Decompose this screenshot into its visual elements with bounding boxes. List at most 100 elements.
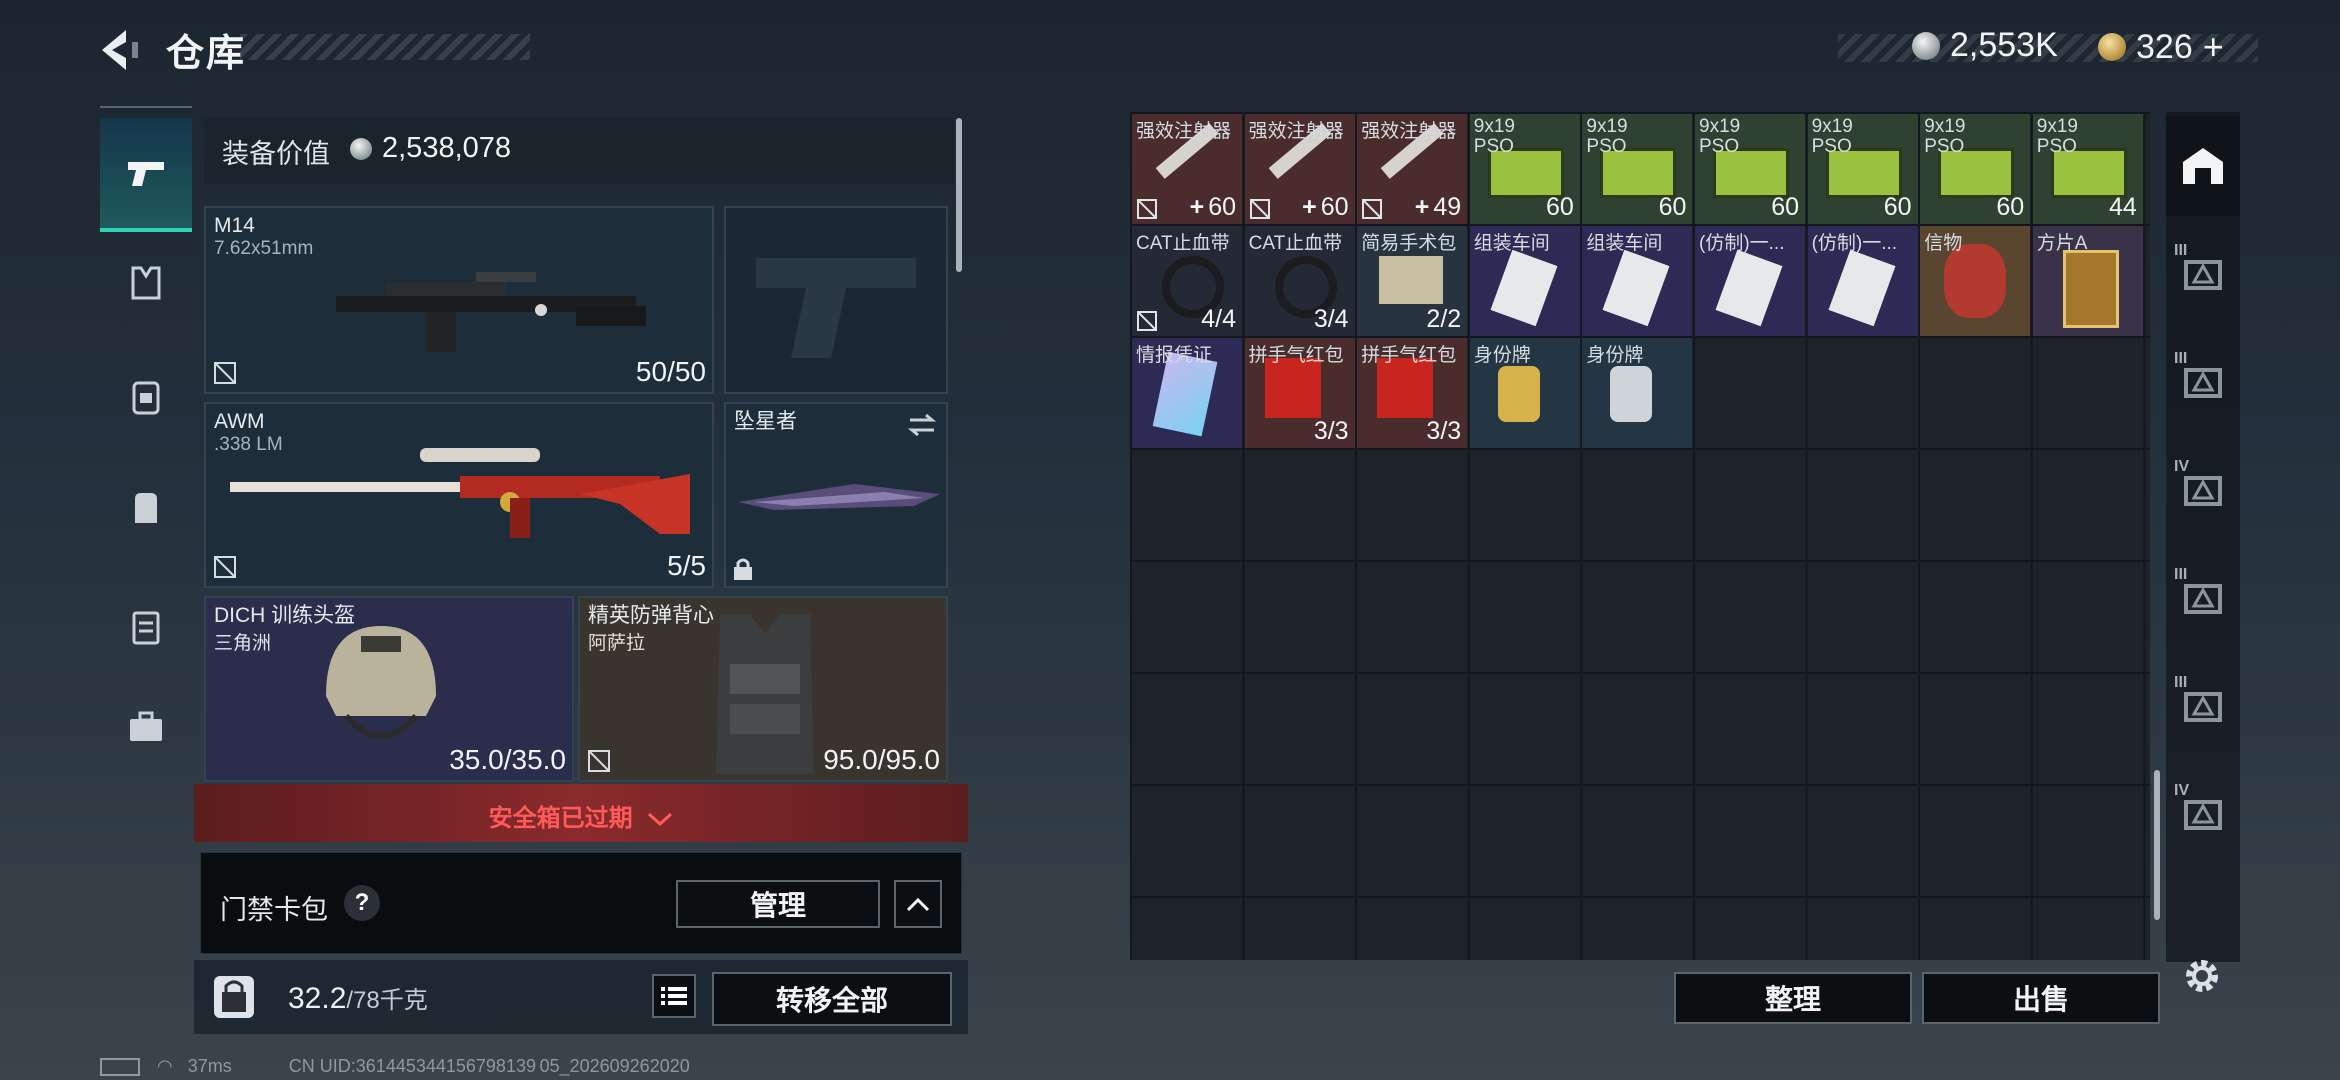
item-count-value: 60 <box>1545 193 1574 221</box>
inventory-item[interactable]: (仿制)一... <box>1695 226 1805 336</box>
inventory-item[interactable]: 9x19 PSO 60 <box>1807 114 1918 224</box>
inventory-item[interactable]: 身份牌 <box>1582 338 1693 448</box>
chest-rig-icon <box>132 381 160 415</box>
nav-case-tab[interactable] <box>100 672 192 782</box>
swap-icon[interactable] <box>906 412 938 438</box>
inventory-item[interactable]: 组装车间 <box>1582 226 1693 336</box>
item-count: 60 <box>1884 193 1912 222</box>
item-name: 拼手气红包 <box>1248 345 1344 366</box>
container-tab[interactable]: III <box>2166 332 2240 432</box>
lock-icon <box>732 556 758 582</box>
inventory-item[interactable]: 拼手气红包 3/3 <box>1357 338 1468 448</box>
inventory-item[interactable]: 9x19 PSO 60 <box>1695 114 1805 224</box>
item-name: 组装车间 <box>1586 233 1663 254</box>
helmet-slot[interactable]: DICH 训练头盔 三角洲 35.0/35.0 <box>204 596 574 782</box>
item-name: 9x19 <box>1586 116 1628 137</box>
item-image <box>1264 358 1321 418</box>
nav-storage-tab[interactable] <box>100 572 192 682</box>
item-name: 9x19 <box>1473 116 1515 137</box>
melee-slot[interactable]: 坠星者 <box>724 402 948 588</box>
item-image <box>1715 249 1783 327</box>
equipment-value: 2,538,078 <box>350 132 511 165</box>
no-sell-icon <box>212 360 238 386</box>
item-count: 60 <box>1771 193 1799 222</box>
gold-amount: 326 <box>2136 27 2193 66</box>
item-name: 强效注射器 <box>1361 121 1457 142</box>
inventory-item[interactable]: CAT止血带 3/4 <box>1244 226 1355 336</box>
inventory-item[interactable]: 情报凭证 <box>1132 338 1242 448</box>
inventory-item[interactable]: 9x19 PSO 60 <box>1582 114 1693 224</box>
settings-button[interactable] <box>2180 954 2224 998</box>
item-name: 9x19 <box>1924 116 1966 137</box>
item-image <box>1497 366 1540 422</box>
container-tab[interactable]: III <box>2166 656 2240 756</box>
item-count: 3/4 <box>1314 305 1349 334</box>
item-subname: PSO <box>1699 136 1740 157</box>
item-count-value: 60 <box>1883 193 1912 221</box>
briefcase-icon <box>130 711 162 741</box>
container-tier: III <box>2174 242 2188 259</box>
armor-vest-image <box>716 614 814 774</box>
item-count: +60 <box>1302 193 1348 222</box>
nav-weapon-tab[interactable] <box>100 118 192 232</box>
container-tab[interactable]: III <box>2166 224 2240 324</box>
pistol-placeholder-icon <box>756 258 916 358</box>
gold-coin-icon <box>2098 33 2126 61</box>
sell-button[interactable]: 出售 <box>1922 972 2160 1024</box>
inventory-item[interactable]: 拼手气红包 3/3 <box>1244 338 1355 448</box>
help-button[interactable]: ? <box>344 885 380 921</box>
silver-coin-icon <box>350 137 372 160</box>
inventory-item[interactable]: 简易手术包 2/2 <box>1357 226 1468 336</box>
item-count: 60 <box>1659 193 1687 222</box>
tab-storage-home[interactable] <box>2166 116 2240 216</box>
transfer-all-button[interactable]: 转移全部 <box>712 972 952 1026</box>
inventory-item[interactable]: 强效注射器 +49 <box>1357 114 1468 224</box>
container-tab[interactable]: IV <box>2166 440 2240 540</box>
weapon-ammo: 7.62x51mm <box>214 238 314 259</box>
inventory-item[interactable]: CAT止血带 4/4 <box>1132 226 1242 336</box>
equipment-nav <box>100 106 192 1016</box>
item-name: 9x19 <box>2036 116 2078 137</box>
item-count-value: 44 <box>2108 193 2137 221</box>
inventory-item[interactable]: (仿制)一... <box>1807 226 1918 336</box>
list-view-button[interactable] <box>652 974 696 1018</box>
item-name: 方片A <box>2036 233 2088 254</box>
inventory-item[interactable]: 强效注射器 +60 <box>1132 114 1242 224</box>
inventory-item[interactable]: 信物 <box>1920 226 2031 336</box>
inventory-scrollbar[interactable] <box>2154 770 2160 920</box>
item-image <box>1828 249 1896 327</box>
gold-add-button[interactable]: + <box>2203 26 2224 68</box>
inventory-item[interactable]: 方片A <box>2032 226 2143 336</box>
item-count: 60 <box>1546 193 1574 222</box>
inventory-item[interactable]: 强效注射器 +60 <box>1244 114 1355 224</box>
back-button[interactable] <box>96 26 148 74</box>
collapse-button[interactable] <box>894 880 942 928</box>
manage-button[interactable]: 管理 <box>676 880 880 928</box>
secondary-weapon-slot[interactable]: AWM .338 LM 5/5 <box>204 402 714 588</box>
nav-backpack-tab[interactable] <box>100 452 192 562</box>
item-image <box>1610 366 1653 422</box>
gold-currency[interactable]: 326 + <box>2098 26 2224 68</box>
primary-weapon-slot[interactable]: M14 7.62x51mm 50/50 <box>204 206 714 394</box>
backpack-icon <box>135 493 157 523</box>
container-tab[interactable]: III <box>2166 548 2240 648</box>
item-image <box>1944 244 2007 318</box>
melee-name: 坠星者 <box>734 410 797 433</box>
sort-button[interactable]: 整理 <box>1674 972 1912 1024</box>
pistol-slot[interactable] <box>724 206 948 394</box>
item-image <box>1490 249 1558 327</box>
inventory-item[interactable]: 组装车间 <box>1469 226 1580 336</box>
container-tab[interactable]: IV <box>2166 764 2240 864</box>
safe-box-expired-banner[interactable]: 安全箱已过期 <box>194 784 968 842</box>
body-armor-slot[interactable]: 精英防弹背心 阿萨拉 95.0/95.0 <box>578 596 948 782</box>
nav-armor-tab[interactable] <box>100 228 192 338</box>
warehouse-icon <box>2183 148 2223 184</box>
inventory-item[interactable]: 9x19 PSO 60 <box>1920 114 2031 224</box>
inventory-item[interactable]: 9x19 PSO 60 <box>1469 114 1580 224</box>
item-image <box>2062 250 2119 328</box>
equipment-scrollbar[interactable] <box>956 118 962 272</box>
page-title: 仓库 <box>166 33 247 75</box>
inventory-item[interactable]: 9x19 PSO 44 <box>2032 114 2143 224</box>
inventory-item[interactable]: 身份牌 <box>1469 338 1580 448</box>
nav-rig-tab[interactable] <box>100 342 192 452</box>
